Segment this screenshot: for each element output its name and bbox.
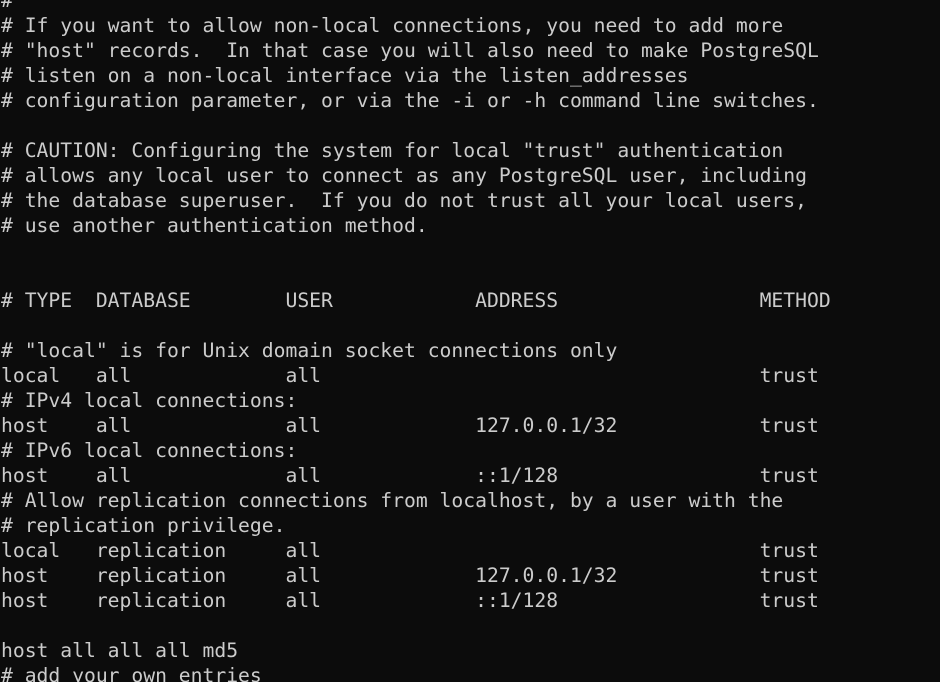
comment-line: # IPv4 local connections: — [1, 389, 298, 412]
comment-line: # use another authentication method. — [1, 214, 428, 237]
column-header-line: # TYPE DATABASE USER ADDRESS METHOD — [1, 289, 831, 312]
comment-line: # configuration parameter, or via the -i… — [1, 89, 819, 112]
terminal-window[interactable]: # # If you want to allow non-local conne… — [0, 0, 940, 682]
comment-line: # If you want to allow non-local connect… — [1, 14, 784, 37]
hba-entry-line: local all all trust — [1, 364, 819, 387]
hba-entry-line: local replication all trust — [1, 539, 819, 562]
hba-entry-line: host replication all 127.0.0.1/32 trust — [1, 564, 819, 587]
comment-line: # the database superuser. If you do not … — [1, 189, 807, 212]
comment-line: # "host" records. In that case you will … — [1, 39, 819, 62]
comment-line: # listen on a non-local interface via th… — [1, 64, 689, 87]
comment-line: # replication privilege. — [1, 514, 286, 537]
hba-entry-line: host all all 127.0.0.1/32 trust — [1, 414, 819, 437]
hba-entry-line: host replication all ::1/128 trust — [1, 589, 819, 612]
comment-line: # CAUTION: Configuring the system for lo… — [1, 139, 784, 162]
comment-line: # "local" is for Unix domain socket conn… — [1, 339, 618, 362]
comment-line: # Allow replication connections from loc… — [1, 489, 784, 512]
hba-entry-line: host all all ::1/128 trust — [1, 464, 819, 487]
comment-line: # IPv6 local connections: — [1, 439, 298, 462]
terminal-text-area[interactable]: # # If you want to allow non-local conne… — [0, 0, 831, 682]
comment-line: # allows any local user to connect as an… — [1, 164, 807, 187]
comment-line: # add your own entries — [1, 664, 262, 682]
comment-line: # — [1, 0, 13, 12]
hba-entry-line: host all all all md5 — [1, 639, 239, 662]
